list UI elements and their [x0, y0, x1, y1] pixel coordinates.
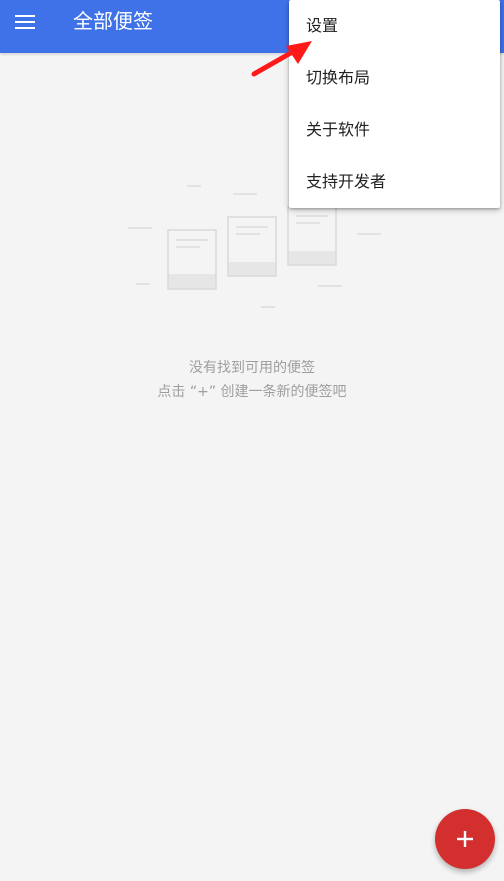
menu-item-settings[interactable]: 设置	[289, 0, 500, 52]
menu-item-support-developer[interactable]: 支持开发者	[289, 156, 500, 208]
plus-icon	[457, 831, 473, 847]
add-note-button[interactable]	[435, 809, 495, 869]
red-arrow-icon	[251, 41, 312, 77]
empty-state-title: 没有找到可用的便签	[189, 360, 315, 376]
overflow-menu: 设置 切换布局 关于软件 支持开发者	[289, 0, 500, 208]
page-title: 全部便签	[73, 9, 153, 33]
empty-state-hint: 点击 “+” 创建一条新的便签吧	[157, 384, 347, 400]
hamburger-menu-icon[interactable]	[11, 10, 39, 34]
menu-item-switch-layout[interactable]: 切换布局	[289, 52, 500, 104]
menu-item-about[interactable]: 关于软件	[289, 104, 500, 156]
